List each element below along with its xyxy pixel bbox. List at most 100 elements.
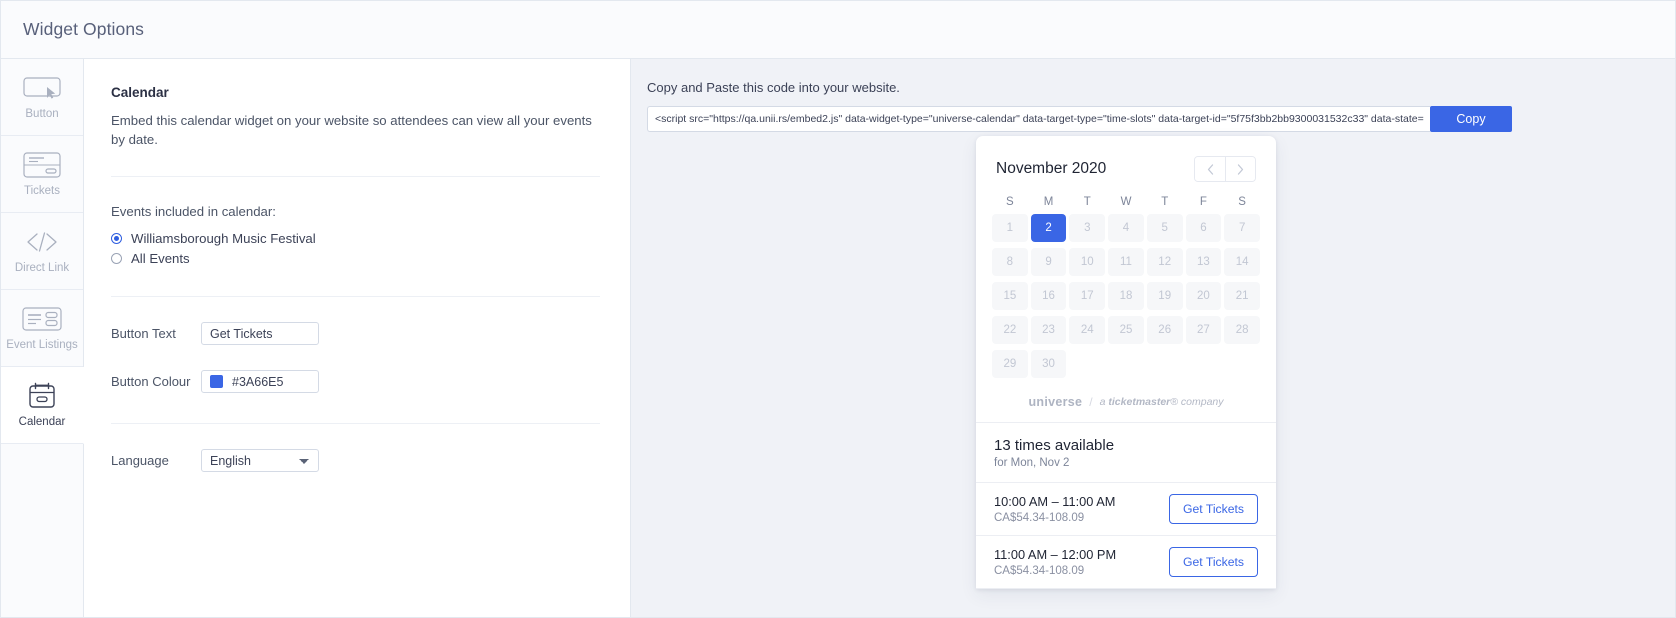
options-title: Calendar — [111, 85, 600, 100]
time-slot-price: CA$54.34-108.09 — [994, 512, 1115, 524]
weekday-label: M — [1031, 192, 1067, 214]
weekday-header-row: SMTWTFS — [992, 192, 1260, 214]
calendar-day[interactable]: 19 — [1147, 282, 1183, 310]
sidebar-item-label: Button — [25, 109, 58, 121]
time-slot-price: CA$54.34-108.09 — [994, 565, 1116, 577]
calendar-day[interactable]: 30 — [1031, 350, 1067, 378]
sidebar-item-calendar[interactable]: Calendar — [1, 367, 84, 444]
radio-indicator[interactable] — [111, 233, 122, 244]
calendar-day[interactable]: 9 — [1031, 248, 1067, 276]
widget-type-sidebar: Button Tickets — [1, 59, 84, 617]
divider — [111, 296, 600, 297]
embed-code-input[interactable]: <script src="https://qa.unii.rs/embed2.j… — [647, 106, 1430, 132]
event-listings-icon — [22, 305, 62, 333]
widget-options-window: Widget Options Button — [0, 0, 1676, 618]
calendar-day[interactable]: 18 — [1108, 282, 1144, 310]
page-title: Widget Options — [23, 19, 144, 40]
time-slot-info: 10:00 AM – 11:00 AMCA$54.34-108.09 — [994, 494, 1115, 524]
language-select[interactable]: English — [201, 449, 319, 472]
window-titlebar: Widget Options — [1, 1, 1675, 59]
options-panel: Calendar Embed this calendar widget on y… — [84, 59, 631, 617]
chevron-left-icon[interactable] — [1195, 157, 1225, 181]
calendar-day[interactable]: 4 — [1108, 214, 1144, 242]
calendar-day[interactable]: 12 — [1147, 248, 1183, 276]
calendar-day[interactable]: 22 — [992, 316, 1028, 344]
button-colour-value: #3A66E5 — [232, 375, 283, 389]
radio-label: All Events — [131, 251, 190, 266]
sidebar-item-label: Direct Link — [15, 263, 69, 275]
language-label: Language — [111, 453, 201, 468]
calendar-day[interactable]: 15 — [992, 282, 1028, 310]
sidebar-item-tickets[interactable]: Tickets — [1, 136, 83, 213]
calendar-day[interactable]: 27 — [1186, 316, 1222, 344]
button-text-row: Button Text Get Tickets — [111, 322, 600, 345]
get-tickets-button[interactable]: Get Tickets — [1169, 494, 1258, 524]
sidebar-item-label: Calendar — [19, 417, 66, 429]
weekday-label: T — [1069, 192, 1105, 214]
get-tickets-button[interactable]: Get Tickets — [1169, 547, 1258, 577]
radio-indicator[interactable] — [111, 253, 122, 264]
times-available-count: 13 times available — [994, 437, 1258, 454]
weekday-label: F — [1186, 192, 1222, 214]
calendar-day[interactable]: 5 — [1147, 214, 1183, 242]
sidebar-item-button[interactable]: Button — [1, 59, 83, 136]
tickets-icon — [23, 151, 61, 179]
calendar-day[interactable]: 13 — [1186, 248, 1222, 276]
calendar-day[interactable]: 25 — [1108, 316, 1144, 344]
weekday-label: W — [1108, 192, 1144, 214]
options-description: Embed this calendar widget on your websi… — [111, 111, 600, 149]
calendar-day[interactable]: 21 — [1224, 282, 1260, 310]
colour-swatch[interactable] — [210, 375, 223, 388]
ticketmaster-tagline: a ticketmaster® company — [1100, 396, 1224, 408]
calendar-day[interactable]: 14 — [1224, 248, 1260, 276]
calendar-day[interactable]: 20 — [1186, 282, 1222, 310]
radio-option-festival[interactable]: Williamsborough Music Festival — [111, 231, 600, 246]
calendar-day[interactable]: 28 — [1224, 316, 1260, 344]
chevron-right-icon[interactable] — [1225, 157, 1255, 181]
sidebar-filler — [1, 444, 83, 617]
calendar-day[interactable]: 17 — [1069, 282, 1105, 310]
sidebar-item-direct-link[interactable]: Direct Link — [1, 213, 83, 290]
times-available-date: for Mon, Nov 2 — [994, 457, 1258, 469]
calendar-day[interactable]: 16 — [1031, 282, 1067, 310]
code-brackets-icon — [24, 228, 60, 256]
calendar-day[interactable]: 7 — [1224, 214, 1260, 242]
weekday-label: T — [1147, 192, 1183, 214]
window-body: Button Tickets — [1, 59, 1675, 617]
divider — [111, 423, 600, 424]
button-text-input[interactable]: Get Tickets — [201, 322, 319, 345]
radio-option-all-events[interactable]: All Events — [111, 251, 600, 266]
time-slot-row: 11:00 AM – 12:00 PM CA$54.34-108.09 Get Ti… — [976, 536, 1276, 589]
sidebar-item-event-listings[interactable]: Event Listings — [1, 290, 83, 367]
divider — [111, 176, 600, 177]
sidebar-item-label: Tickets — [24, 186, 60, 198]
calendar-day[interactable]: 3 — [1069, 214, 1105, 242]
calendar-day[interactable]: 8 — [992, 248, 1028, 276]
calendar-day[interactable]: 10 — [1069, 248, 1105, 276]
calendar-day[interactable]: 1 — [992, 214, 1028, 242]
preview-panel: Copy and Paste this code into your websi… — [631, 59, 1675, 617]
calendar-widget-preview: November 2020 SMTWTFS 123456789101112131… — [976, 136, 1276, 589]
copy-button[interactable]: Copy — [1430, 106, 1512, 132]
calendar-day[interactable]: 26 — [1147, 316, 1183, 344]
button-colour-label: Button Colour — [111, 374, 201, 389]
language-row: Language English — [111, 449, 600, 472]
embed-caption: Copy and Paste this code into your websi… — [647, 80, 1675, 95]
embed-code-area: Copy and Paste this code into your websi… — [631, 59, 1675, 132]
calendar-icon — [27, 382, 57, 410]
sidebar-item-label: Event Listings — [6, 340, 78, 352]
time-slot-row: 10:00 AM – 11:00 AMCA$54.34-108.09 Get Ti… — [976, 483, 1276, 536]
time-slot-time: 11:00 AM – 12:00 PM — [994, 547, 1116, 562]
calendar-nav-group — [1194, 156, 1256, 182]
calendar-day[interactable]: 23 — [1031, 316, 1067, 344]
calendar-day[interactable]: 24 — [1069, 316, 1105, 344]
button-colour-input[interactable]: #3A66E5 — [201, 370, 319, 393]
calendar-grid: SMTWTFS 12345678910111213141516171819202… — [976, 186, 1276, 381]
calendar-day-selected[interactable]: 2 — [1031, 214, 1067, 242]
button-icon — [23, 74, 61, 102]
calendar-day[interactable]: 29 — [992, 350, 1028, 378]
calendar-day[interactable]: 6 — [1186, 214, 1222, 242]
radio-label: Williamsborough Music Festival — [131, 231, 316, 246]
universe-branding: universe / a ticketmaster® company — [976, 381, 1276, 423]
calendar-day[interactable]: 11 — [1108, 248, 1144, 276]
